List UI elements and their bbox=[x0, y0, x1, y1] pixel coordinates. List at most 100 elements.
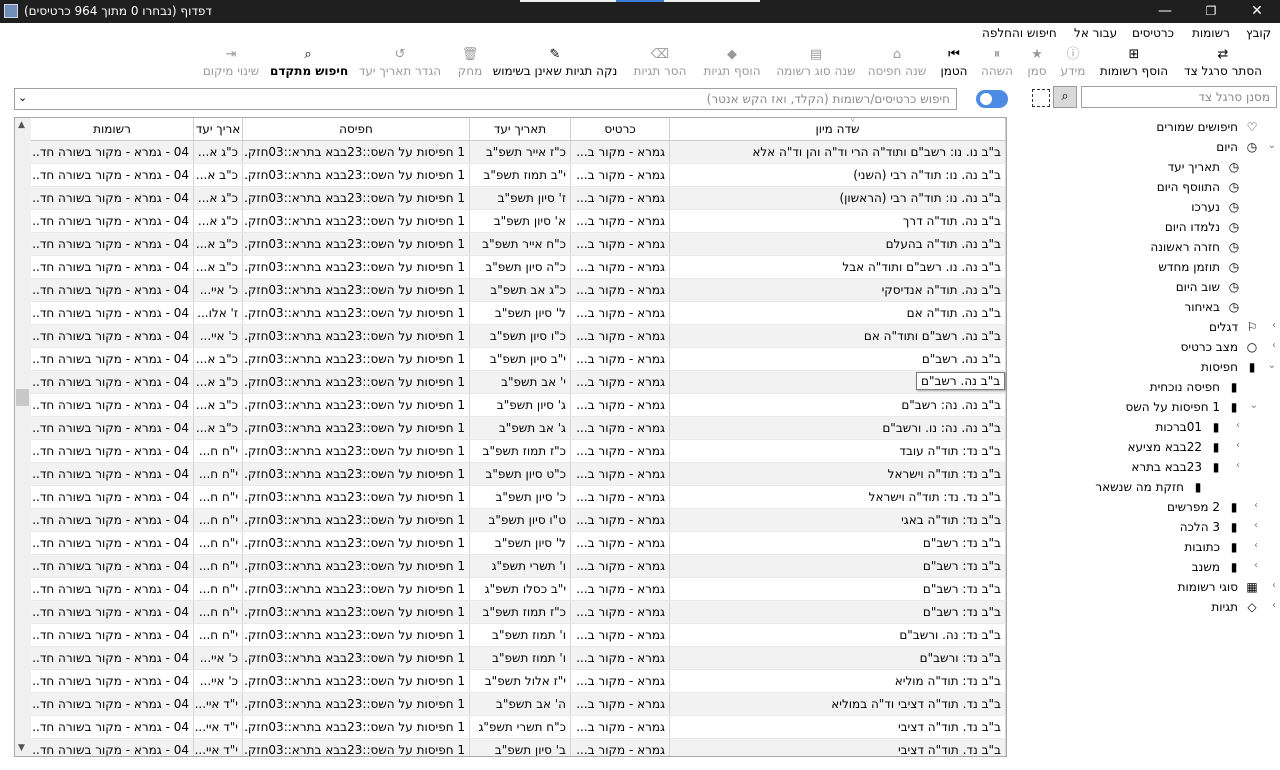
scroll-down-icon[interactable]: ▼ bbox=[18, 743, 25, 753]
toolbar-button[interactable]: ⌂ שנה חפיסה bbox=[864, 46, 930, 82]
sidebar-item[interactable]: ⌄ ▮ חפיסות bbox=[1010, 357, 1280, 377]
chevron-left-icon[interactable]: ‹ bbox=[1254, 540, 1258, 551]
sidebar-item[interactable]: ‹ ▦ סוגי רשומות bbox=[1010, 577, 1280, 597]
sidebar-item[interactable]: ⌄ ◷ היום bbox=[1010, 137, 1280, 157]
menu-find-replace[interactable]: חיפוש והחלפה bbox=[982, 26, 1057, 40]
menu-cards[interactable]: כרטיסים bbox=[1132, 26, 1174, 40]
toolbar-button[interactable]: ✎ נקה תגיות שאינן בשימוש bbox=[490, 46, 620, 82]
table-row[interactable]: ב"ב נה. נו: תוד"ה רבי (השני) גמרא - מקור … bbox=[31, 164, 1006, 187]
cards-notes-toggle[interactable] bbox=[976, 90, 1008, 108]
sidebar-item[interactable]: ◷ נערכו bbox=[1010, 197, 1280, 217]
table-row[interactable]: ב"ב נד: רשב"ם גמרא - מקור ב... כ"ז תמוז תש… bbox=[31, 601, 1006, 624]
chevron-left-icon[interactable]: ‹ bbox=[1236, 460, 1240, 471]
toolbar-button[interactable]: ⇄ הסתר סרגל צד bbox=[1180, 46, 1266, 82]
table-row[interactable]: ב"ב נה. רשב"ם גמרא - מקור ב... י"ב סיון תש… bbox=[31, 348, 1006, 371]
chevron-left-icon[interactable]: ‹ bbox=[1236, 440, 1240, 451]
chevron-left-icon[interactable]: ‹ bbox=[1272, 600, 1276, 611]
table-row[interactable]: ב"ב נד: רשב"ם גמרא - מקור ב... י"ב כסלו תש… bbox=[31, 578, 1006, 601]
search-input[interactable]: חיפוש כרטיסים/רשומות (הקלד, ואז הקש אנטר… bbox=[707, 92, 950, 106]
toolbar-button[interactable]: ★ סמן bbox=[1024, 46, 1050, 82]
chevron-left-icon[interactable]: ‹ bbox=[1272, 320, 1276, 331]
sidebar-item[interactable]: ⌄ ▮ 1 חפיסות על השס bbox=[1010, 397, 1280, 417]
sidebar-item[interactable]: ◷ חזרה ראשונה bbox=[1010, 237, 1280, 257]
toolbar-button[interactable]: ↺ הגדר תאריך יעד bbox=[354, 46, 446, 82]
table-row[interactable]: ב"ב נה. תוד"ה אם גמרא - מקור ב... ל' סיון … bbox=[31, 302, 1006, 325]
sidebar-item[interactable]: ‹ ◇ תגיות bbox=[1010, 597, 1280, 617]
sidebar-item[interactable]: ▮ חפיסה נוכחית bbox=[1010, 377, 1280, 397]
toolbar-button[interactable]: ⓘ מידע bbox=[1056, 46, 1090, 82]
scrollbar-thumb[interactable] bbox=[16, 389, 29, 406]
table-row[interactable]: ב"ב נה. רשב"ם ותוד"ה אם גמרא - מקור ב... כ… bbox=[31, 325, 1006, 348]
column-sort-field[interactable]: שדה מיון bbox=[670, 118, 1006, 140]
table-row[interactable]: ב"ב נד. תוד"ה דציבי גמרא - מקור ב... ב' סי… bbox=[31, 739, 1006, 756]
sidebar-item[interactable]: ◷ התווסף היום bbox=[1010, 177, 1280, 197]
chevron-left-icon[interactable]: ‹ bbox=[1254, 520, 1258, 531]
table-row[interactable]: ב"ב נד: תוד"ה מוליא גמרא - מקור ב... י"ז א… bbox=[31, 670, 1006, 693]
scroll-up-icon[interactable]: ▲ bbox=[18, 120, 25, 130]
sidebar-item[interactable]: ♡ חיפושים שמורים bbox=[1010, 117, 1280, 137]
chevron-left-icon[interactable]: ‹ bbox=[1272, 580, 1276, 591]
chevron-down-icon[interactable]: ⌄ bbox=[1268, 360, 1276, 371]
chevron-left-icon[interactable]: ‹ bbox=[1254, 500, 1258, 511]
chevron-left-icon[interactable]: ‹ bbox=[1254, 560, 1258, 571]
column-notes[interactable]: רשומות bbox=[31, 118, 194, 140]
sidebar-item[interactable]: ▮ חזקת מה שנשאר bbox=[1010, 477, 1280, 497]
table-row[interactable]: ב"ב נה. נו: תוד"ה רבי (הראשון) גמרא - מקו… bbox=[31, 187, 1006, 210]
sidebar-item[interactable]: ‹ ▮ משנב bbox=[1010, 557, 1280, 577]
toolbar-button[interactable]: ⌫ הסר תגיות bbox=[630, 46, 690, 82]
table-row[interactable]: ב"ב נד: תוד"ה עובד גמרא - מקור ב... כ"ז תמ… bbox=[31, 440, 1006, 463]
table-row[interactable]: ב"ב נה. רשב"ם גמרא - מקור ב...י' אב תשפ"ב… bbox=[31, 371, 1006, 394]
close-button[interactable]: ✕ bbox=[1234, 0, 1280, 23]
chevron-down-icon[interactable]: ⌄ bbox=[1250, 400, 1258, 411]
restore-button[interactable]: ❐ bbox=[1188, 0, 1234, 23]
table-row[interactable]: ב"ב נה. תוד"ה דרך גמרא - מקור ב... א' סיון… bbox=[31, 210, 1006, 233]
table-row[interactable]: ב"ב נד: רשב"ם גמרא - מקור ב... ו' תשרי תשפ… bbox=[31, 555, 1006, 578]
table-row[interactable]: ב"ב נד: נה. ורשב"ם גמרא - מקור ב... ו' תמו… bbox=[31, 624, 1006, 647]
select-all-icon[interactable] bbox=[1032, 89, 1050, 107]
table-row[interactable]: ב"ב נו. נו: רשב"ם ותוד"ה הרי וד"ה והן וד… bbox=[31, 141, 1006, 164]
search-combobox[interactable]: ⌄ חיפוש כרטיסים/רשומות (הקלד, ואז הקש אנ… bbox=[14, 88, 957, 110]
sidebar-item[interactable]: ‹ ▮ 3 הלכה bbox=[1010, 517, 1280, 537]
sidebar-item[interactable]: ‹ ○ מצב כרטיס bbox=[1010, 337, 1280, 357]
sidebar-item[interactable]: ‹ ▮ כתובות bbox=[1010, 537, 1280, 557]
vertical-scrollbar[interactable]: ▲ ▼ bbox=[15, 118, 31, 756]
sidebar-item[interactable]: ‹ ▮ 2 מפרשים bbox=[1010, 497, 1280, 517]
toolbar-button[interactable]: 🗑 מחק bbox=[456, 46, 484, 82]
table-row[interactable]: ב"ב נד: תוד"ה וישראל גמרא - מקור ב... כ"ט … bbox=[31, 463, 1006, 486]
toolbar-button[interactable]: ⊞ הוסף רשומות bbox=[1098, 46, 1170, 82]
table-row[interactable]: ב"ב נד: תוד"ה באגי גמרא - מקור ב... ט"ו סי… bbox=[31, 509, 1006, 532]
toolbar-button[interactable]: ▤ שנה סוג רשומה bbox=[774, 46, 858, 82]
sidebar-search-button[interactable]: ⌕ bbox=[1053, 86, 1077, 108]
toolbar-button[interactable]: ◆ הוסף תגיות bbox=[700, 46, 764, 82]
table-row[interactable]: ב"ב נה. נה: רשב"ם גמרא - מקור ב... ג' סיון… bbox=[31, 394, 1006, 417]
chevron-left-icon[interactable]: ‹ bbox=[1272, 340, 1276, 351]
sidebar-item[interactable]: ‹ ▮ 22בבא מציעא bbox=[1010, 437, 1280, 457]
table-row[interactable]: ב"ב נה. תוד"ה בהעלם גמרא - מקור ב... כ"ח א… bbox=[31, 233, 1006, 256]
sidebar-item[interactable]: ◷ באיחור bbox=[1010, 297, 1280, 317]
table-row[interactable]: ב"ב נד: רשב"ם גמרא - מקור ב... ל' סיון תשפ… bbox=[31, 532, 1006, 555]
table-row[interactable]: ב"ב נד. תוד"ה דציבי וד"ה במוליא גמרא - מק… bbox=[31, 693, 1006, 716]
menu-notes[interactable]: רשומות bbox=[1192, 26, 1230, 40]
column-card[interactable]: כרטיס bbox=[571, 118, 670, 140]
table-row[interactable]: ב"ב נד: ורשב"ם גמרא - מקור ב... ו' תמוז תש… bbox=[31, 647, 1006, 670]
sidebar-item[interactable]: ‹ ▮ 23בבא בתרא bbox=[1010, 457, 1280, 477]
column-due-date[interactable]: אריך יעד bbox=[194, 118, 243, 140]
chevron-down-icon[interactable]: ⌄ bbox=[18, 91, 27, 104]
table-row[interactable]: ב"ב נה. נה: נו. ורשב"ם גמרא - מקור ב... ג'… bbox=[31, 417, 1006, 440]
table-row[interactable]: ב"ב נד. נד: תוד"ה וישראל גמרא - מקור ב...… bbox=[31, 486, 1006, 509]
sidebar-item[interactable]: ‹ ▮ 01ברכות bbox=[1010, 417, 1280, 437]
minimize-button[interactable]: — bbox=[1142, 0, 1188, 23]
sidebar-item[interactable]: ◷ תאריך יעד bbox=[1010, 157, 1280, 177]
table-row[interactable]: ב"ב נה. נו. רשב"ם ותוד"ה אבל גמרא - מקור … bbox=[31, 256, 1006, 279]
menu-file[interactable]: קובץ bbox=[1246, 26, 1271, 40]
sidebar-item[interactable]: ‹ ⚐ דגלים bbox=[1010, 317, 1280, 337]
chevron-down-icon[interactable]: ⌄ bbox=[1268, 140, 1276, 151]
column-due[interactable]: תאריך יעד bbox=[470, 118, 571, 140]
toolbar-button[interactable]: ⌕ חיפוש מתקדם bbox=[270, 46, 348, 82]
sidebar-filter-input[interactable]: מסנן סרגל צד bbox=[1081, 86, 1277, 108]
toolbar-button[interactable]: ⏮ הטמן bbox=[936, 46, 972, 82]
toolbar-button[interactable]: ⏸ השהה bbox=[976, 46, 1018, 82]
table-row[interactable]: ב"ב נה. תוד"ה אנדיסקי גמרא - מקור ב... כ"ג… bbox=[31, 279, 1006, 302]
table-row[interactable]: ב"ב נד. תוד"ה דציבי גמרא - מקור ב... כ"ח ת… bbox=[31, 716, 1006, 739]
chevron-left-icon[interactable]: ‹ bbox=[1236, 420, 1240, 431]
